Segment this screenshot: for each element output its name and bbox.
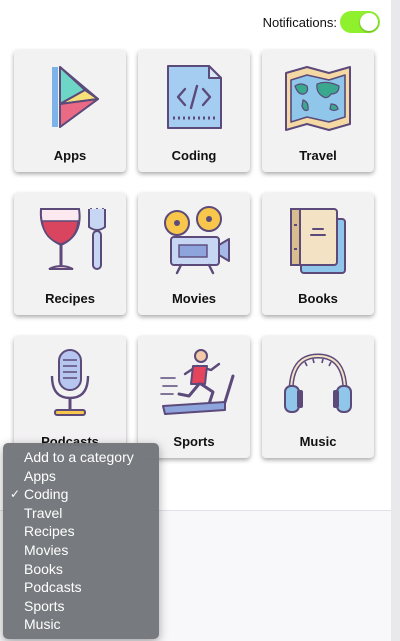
category-label: Apps: [53, 148, 87, 163]
category-grid: Apps Coding Travel Recipes Movies Books …: [14, 50, 374, 458]
code-file-icon: [167, 65, 222, 129]
menu-option-movies[interactable]: Movies: [3, 541, 159, 560]
toggle-knob: [360, 13, 378, 31]
category-card-books[interactable]: Books: [262, 193, 374, 315]
treadmill-runner-icon: [160, 349, 235, 415]
menu-option-books[interactable]: Books: [3, 560, 159, 579]
category-card-travel[interactable]: Travel: [262, 50, 374, 172]
play-store-icon: [52, 66, 99, 128]
category-card-music[interactable]: Music: [262, 336, 374, 458]
menu-option-podcasts[interactable]: Podcasts: [3, 578, 159, 597]
menu-option-apps[interactable]: Apps: [3, 467, 159, 486]
category-card-coding[interactable]: Coding: [138, 50, 250, 172]
menu-option-add-to-category[interactable]: Add to a category: [3, 448, 159, 467]
category-label: Coding: [171, 148, 217, 163]
category-card-recipes[interactable]: Recipes: [14, 193, 126, 315]
category-card-podcasts[interactable]: Podcasts: [14, 336, 126, 458]
notifications-toggle[interactable]: [340, 11, 380, 33]
scrollbar[interactable]: [391, 0, 400, 641]
category-card-movies[interactable]: Movies: [138, 193, 250, 315]
category-card-sports[interactable]: Sports: [138, 336, 250, 458]
category-label: Recipes: [45, 291, 95, 306]
film-projector-icon: [164, 206, 230, 275]
map-icon: [285, 66, 351, 131]
menu-option-recipes[interactable]: Recipes: [3, 522, 159, 541]
book-icon: [290, 208, 346, 274]
category-dropdown-menu[interactable]: Add to a category Apps ✓ Coding Travel Re…: [3, 443, 159, 639]
notifications-bar: Notifications:: [0, 8, 380, 36]
category-label: Movies: [171, 291, 217, 306]
category-label: Travel: [299, 148, 337, 163]
menu-option-music[interactable]: Music: [3, 615, 159, 634]
wine-fork-icon: [39, 207, 106, 270]
category-label: Books: [298, 291, 338, 306]
menu-option-coding[interactable]: ✓ Coding: [3, 485, 159, 504]
notifications-label: Notifications:: [262, 14, 337, 30]
checkmark-icon: ✓: [10, 487, 21, 502]
category-label: Music: [299, 434, 337, 449]
menu-option-travel[interactable]: Travel: [3, 504, 159, 523]
category-card-apps[interactable]: Apps: [14, 50, 126, 172]
menu-option-sports[interactable]: Sports: [3, 597, 159, 616]
headphones-icon: [284, 353, 352, 413]
microphone-icon: [50, 349, 90, 416]
